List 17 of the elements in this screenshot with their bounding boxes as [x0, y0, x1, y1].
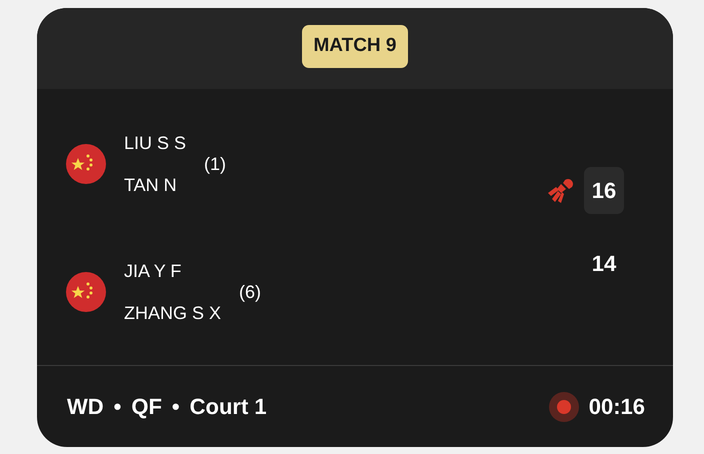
match-time: 00:16: [588, 393, 645, 421]
seed-label: (6): [239, 280, 262, 304]
separator: •: [114, 393, 122, 421]
player-name: LIU S S: [124, 132, 186, 155]
score: 14: [590, 250, 618, 278]
court-label: Court 1: [190, 393, 267, 421]
event-label: WD: [67, 393, 104, 421]
player-name: TAN N: [124, 174, 178, 197]
seed-label: (1): [204, 152, 226, 176]
player-name: ZHANG S X: [124, 302, 222, 325]
flag-icon: [66, 272, 106, 312]
match-badge: MATCH 9: [302, 25, 408, 68]
score: 16: [584, 167, 624, 214]
separator: •: [172, 393, 180, 421]
round-label: QF: [131, 393, 162, 421]
player-name: JIA Y F: [124, 260, 182, 283]
flag-icon: [66, 144, 106, 184]
